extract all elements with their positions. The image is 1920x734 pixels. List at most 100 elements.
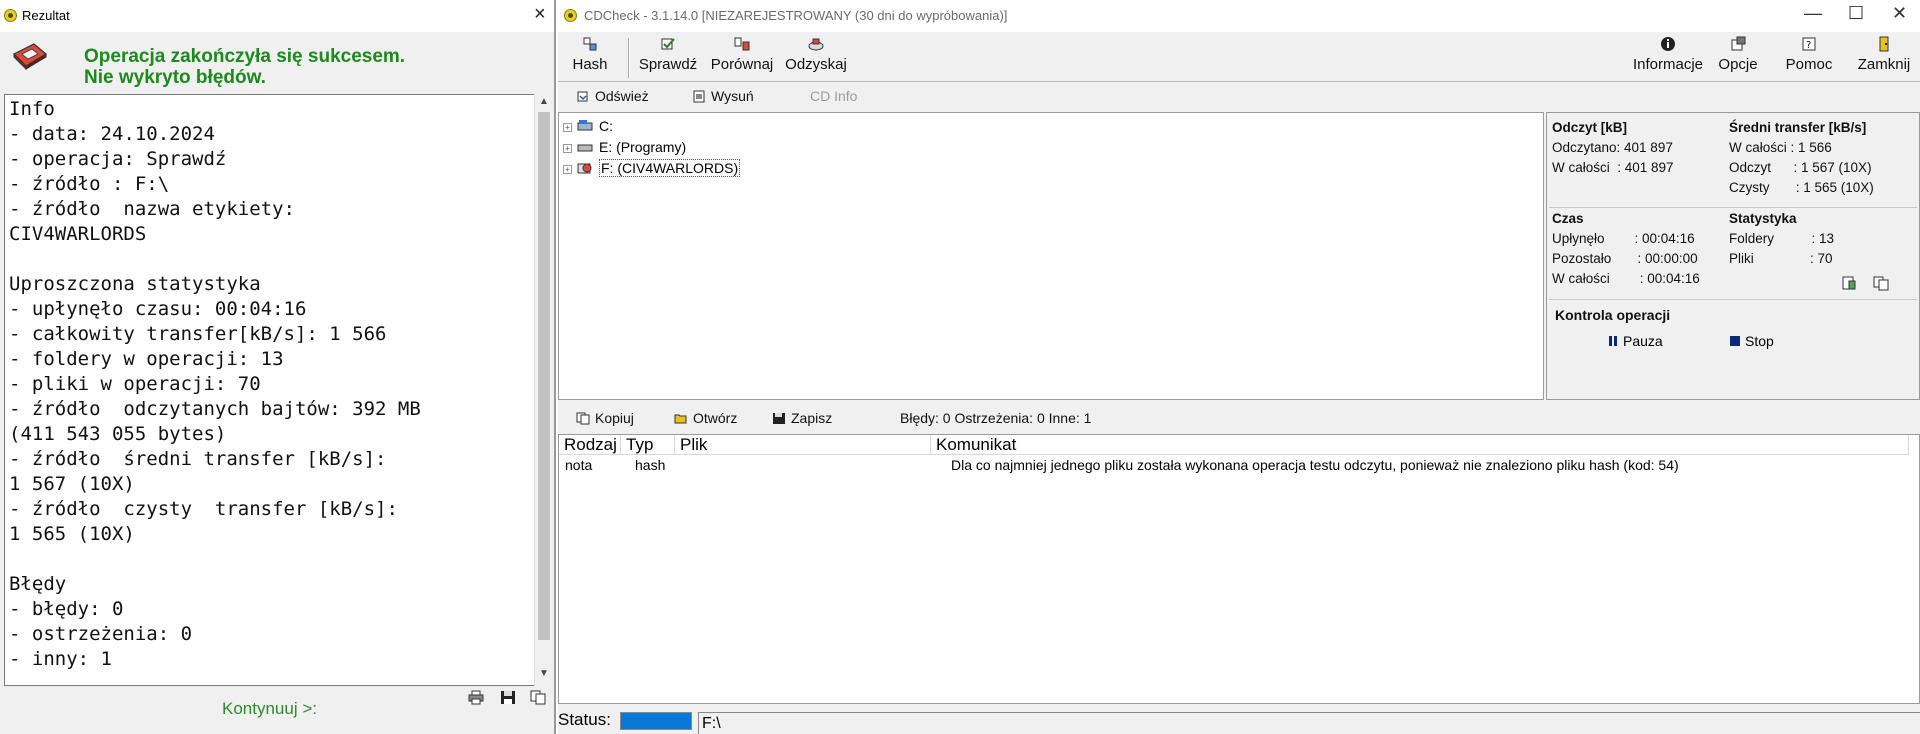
close-app-label: Zamknij [1857, 56, 1911, 73]
disk-icon [12, 43, 48, 70]
info-icon [1661, 37, 1675, 51]
time-header: Czas [1552, 211, 1584, 226]
help-label: Pomoc [1785, 56, 1833, 73]
help-icon: ? [1802, 37, 1816, 51]
main-toolbar: Hash Sprawdź Porównaj Odzyskaj Informacj… [558, 32, 1920, 82]
eject-button[interactable]: Wysuń [692, 88, 754, 104]
recover-icon [808, 38, 824, 51]
pause-icon [1609, 336, 1617, 346]
stats-divider [1549, 299, 1917, 300]
stop-icon [1730, 336, 1740, 346]
transfer-read: Odczyt : 1 567 (10X) [1729, 160, 1872, 175]
cell-type: nota [565, 457, 593, 473]
status-bar: Status: F:\ [558, 708, 1920, 734]
cell-kind: hash [635, 457, 666, 473]
statistics-panel: Odczyt [kB] Odczytano: 401 897 W całości… [1546, 112, 1920, 400]
expand-icon[interactable]: + [563, 165, 572, 174]
refresh-icon [577, 91, 588, 102]
minimize-button[interactable]: — [1804, 3, 1822, 24]
success-message: Operacja zakończyła się sukcesem. [84, 46, 406, 67]
svg-text:?: ? [1806, 40, 1811, 51]
drive-tree[interactable]: + C: + E: (Programy) + F: (CIV4WARLORDS) [558, 112, 1544, 400]
cd-info-button[interactable]: CD Info [810, 88, 857, 104]
pause-button[interactable]: Pauza [1607, 333, 1663, 349]
help-button[interactable]: ? Pomoc [1784, 36, 1834, 80]
exit-door-icon [1879, 36, 1889, 52]
main-title: CDCheck - 3.1.14.0 [NIEZAREJESTROWANY (3… [584, 8, 1008, 23]
stats-divider [1549, 207, 1917, 208]
export-stats-icon[interactable] [1841, 275, 1857, 291]
transfer-clean: Czysty : 1 565 (10X) [1729, 180, 1874, 195]
transfer-header: Średni transfer [kB/s] [1729, 120, 1867, 135]
close-button[interactable]: ✕ [1892, 3, 1907, 24]
read-total: W całości : 401 897 [1552, 160, 1674, 175]
transfer-total: W całości : 1 566 [1729, 140, 1832, 155]
stop-label: Stop [1745, 333, 1774, 349]
scroll-thumb[interactable] [538, 112, 550, 640]
progress-fill [621, 713, 691, 729]
save-log-label: Zapisz [791, 410, 833, 426]
verify-label: Sprawdź [638, 56, 698, 73]
copy-icon[interactable] [530, 690, 546, 705]
column-header-file[interactable]: Plik [675, 435, 931, 455]
drive-e-icon [577, 144, 593, 152]
verify-button[interactable]: Sprawdź [638, 36, 698, 80]
time-remaining: Pozostało : 00:00:00 [1552, 251, 1698, 266]
expand-icon[interactable]: + [563, 123, 572, 132]
column-header-kind[interactable]: Typ [621, 435, 675, 455]
hash-label: Hash [572, 56, 608, 73]
table-row[interactable]: nota hash Dla co najmniej jednego pliku … [559, 457, 1909, 475]
scroll-up-icon[interactable]: ▲ [539, 96, 549, 107]
progress-bar [620, 712, 692, 730]
options-button[interactable]: Opcje [1716, 36, 1760, 80]
tree-item-drive-f[interactable]: + F: (CIV4WARLORDS) [563, 159, 741, 178]
copy-stats-icon[interactable] [1873, 275, 1889, 291]
scroll-down-icon[interactable]: ▼ [539, 668, 549, 679]
cd-info-label: CD Info [810, 88, 858, 104]
report-textbox[interactable]: Info - data: 24.10.2024 - operacja: Spra… [4, 94, 552, 686]
operation-control-header: Kontrola operacji [1555, 307, 1671, 323]
tree-item-label: C: [599, 118, 613, 134]
log-table[interactable]: Rodzaj Typ Plik Komunikat nota hash Dla … [558, 434, 1920, 704]
info-button[interactable]: Informacje [1630, 36, 1706, 80]
eject-icon [693, 90, 705, 103]
column-header-type[interactable]: Rodzaj [559, 435, 621, 455]
save-log-button[interactable]: Zapisz [772, 410, 832, 426]
compare-button[interactable]: Porównaj [710, 36, 774, 80]
tree-item-drive-c[interactable]: + C: [563, 118, 613, 136]
expand-icon[interactable]: + [563, 144, 572, 153]
column-header-message[interactable]: Komunikat [931, 435, 1909, 455]
save-icon[interactable] [500, 690, 516, 705]
stop-button[interactable]: Stop [1729, 333, 1774, 349]
copy-log-button[interactable]: Kopiuj [576, 410, 634, 426]
folders-count: Foldery : 13 [1729, 231, 1835, 246]
result-close-button[interactable]: × [534, 3, 546, 26]
files-count: Pliki : 70 [1729, 251, 1833, 266]
close-app-button[interactable]: Zamknij [1854, 36, 1914, 80]
copy-icon [576, 412, 590, 425]
eject-label: Wysuń [711, 88, 754, 104]
hash-button[interactable]: Hash [570, 36, 610, 80]
options-label: Opcje [1718, 56, 1758, 73]
compare-icon [734, 37, 750, 51]
report-scrollbar[interactable]: ▲ ▼ [534, 94, 552, 686]
recover-button[interactable]: Odzyskaj [784, 36, 848, 80]
hash-icon [583, 37, 597, 51]
result-titlebar: Rezultat × [0, 0, 554, 32]
copy-log-label: Kopiuj [595, 410, 634, 426]
refresh-label: Odśwież [595, 88, 649, 104]
drive-toolbar: Odśwież Wysuń CD Info [558, 84, 1920, 110]
tree-item-label: E: (Programy) [599, 139, 687, 155]
drive-c-icon [577, 120, 593, 131]
cd-drive-icon [577, 163, 592, 174]
result-title: Rezultat [22, 8, 70, 23]
save-icon [773, 413, 785, 424]
main-titlebar: CDCheck - 3.1.14.0 [NIEZAREJESTROWANY (3… [558, 0, 1920, 32]
continue-button[interactable]: Kontynuuj >: [222, 699, 317, 719]
log-summary: Błędy: 0 Ostrzeżenia: 0 Inne: 1 [900, 410, 1092, 426]
refresh-button[interactable]: Odśwież [576, 88, 649, 104]
open-log-button[interactable]: Otwórz [674, 410, 737, 426]
tree-item-drive-e[interactable]: + E: (Programy) [563, 139, 686, 157]
maximize-button[interactable]: ☐ [1848, 3, 1864, 24]
printer-icon[interactable] [468, 690, 484, 705]
